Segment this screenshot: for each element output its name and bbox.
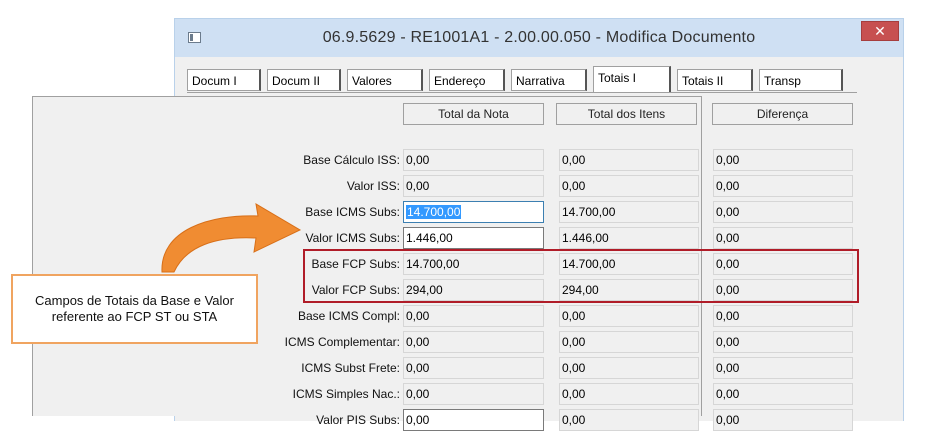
tab-valores[interactable]: Valores xyxy=(347,69,423,91)
tab-strip: Docum I Docum II Valores Endereço Narrat… xyxy=(187,66,857,93)
total-nota-field[interactable]: 14.700,00 xyxy=(403,201,544,223)
title-bar[interactable]: 06.9.5629 - RE1001A1 - 2.00.00.050 - Mod… xyxy=(175,19,903,57)
total-nota-field[interactable]: 0,00 xyxy=(403,357,544,379)
total-nota-field[interactable]: 0,00 xyxy=(403,383,544,405)
total-itens-field[interactable]: 0,00 xyxy=(559,383,699,405)
total-nota-field[interactable]: 0,00 xyxy=(403,149,544,171)
row-label: Valor ISS: xyxy=(346,179,400,193)
total-nota-field[interactable]: 0,00 xyxy=(403,409,544,431)
total-itens-field[interactable]: 0,00 xyxy=(559,331,699,353)
tab-docum-ii[interactable]: Docum II xyxy=(267,69,341,91)
tab-totais-i[interactable]: Totais I xyxy=(593,66,671,92)
total-nota-field[interactable]: 1.446,00 xyxy=(403,227,544,249)
total-nota-field[interactable]: 0,00 xyxy=(403,305,544,327)
diferenca-field[interactable]: 0,00 xyxy=(713,383,853,405)
column-header-diferenca: Diferença xyxy=(712,103,853,125)
total-itens-field[interactable]: 0,00 xyxy=(559,175,699,197)
row-label: ICMS Simples Nac.: xyxy=(292,387,400,401)
callout-arrow xyxy=(161,203,302,273)
total-itens-field[interactable]: 0,00 xyxy=(559,305,699,327)
window-title: 06.9.5629 - RE1001A1 - 2.00.00.050 - Mod… xyxy=(322,29,756,46)
tab-transp[interactable]: Transp xyxy=(759,69,843,91)
total-itens-field[interactable]: 0,00 xyxy=(559,149,699,171)
total-nota-field[interactable]: 0,00 xyxy=(403,175,544,197)
diferenca-field[interactable]: 0,00 xyxy=(713,409,853,431)
diferenca-field[interactable]: 0,00 xyxy=(713,331,853,353)
callout-line-2: referente ao FCP ST ou STA xyxy=(51,309,218,324)
callout-line-1: Campos de Totais da Base e Valor xyxy=(35,293,234,308)
diferenca-field[interactable]: 0,00 xyxy=(713,149,853,171)
callout-box: Campos de Totais da Base e Valor referen… xyxy=(11,274,258,344)
column-header-total-nota: Total da Nota xyxy=(403,103,544,125)
diferenca-field[interactable]: 0,00 xyxy=(713,201,853,223)
diferenca-field[interactable]: 0,00 xyxy=(713,175,853,197)
row-label: Base ICMS Compl: xyxy=(297,309,400,323)
row-label: ICMS Subst Frete: xyxy=(301,361,400,375)
tab-divider xyxy=(187,92,857,93)
total-itens-field[interactable]: 14.700,00 xyxy=(559,201,699,223)
diferenca-field[interactable]: 0,00 xyxy=(713,357,853,379)
tab-docum-i[interactable]: Docum I xyxy=(187,69,261,91)
tab-endereco[interactable]: Endereço xyxy=(429,69,505,91)
row-label: Valor PIS Subs: xyxy=(316,413,400,427)
total-itens-field[interactable]: 0,00 xyxy=(559,357,699,379)
row-label: Base Cálculo ISS: xyxy=(303,153,400,167)
diferenca-field[interactable]: 0,00 xyxy=(713,227,853,249)
total-nota-field[interactable]: 0,00 xyxy=(403,331,544,353)
total-itens-field[interactable]: 0,00 xyxy=(559,409,699,431)
fcp-highlight-box xyxy=(303,249,859,303)
column-header-total-itens: Total dos Itens xyxy=(556,103,697,125)
close-button[interactable]: ✕ xyxy=(861,21,899,41)
tab-totais-ii[interactable]: Totais II xyxy=(677,69,753,91)
diferenca-field[interactable]: 0,00 xyxy=(713,305,853,327)
row-label: ICMS Complementar: xyxy=(284,335,400,349)
tab-narrativa[interactable]: Narrativa xyxy=(511,69,587,91)
total-itens-field[interactable]: 1.446,00 xyxy=(559,227,699,249)
